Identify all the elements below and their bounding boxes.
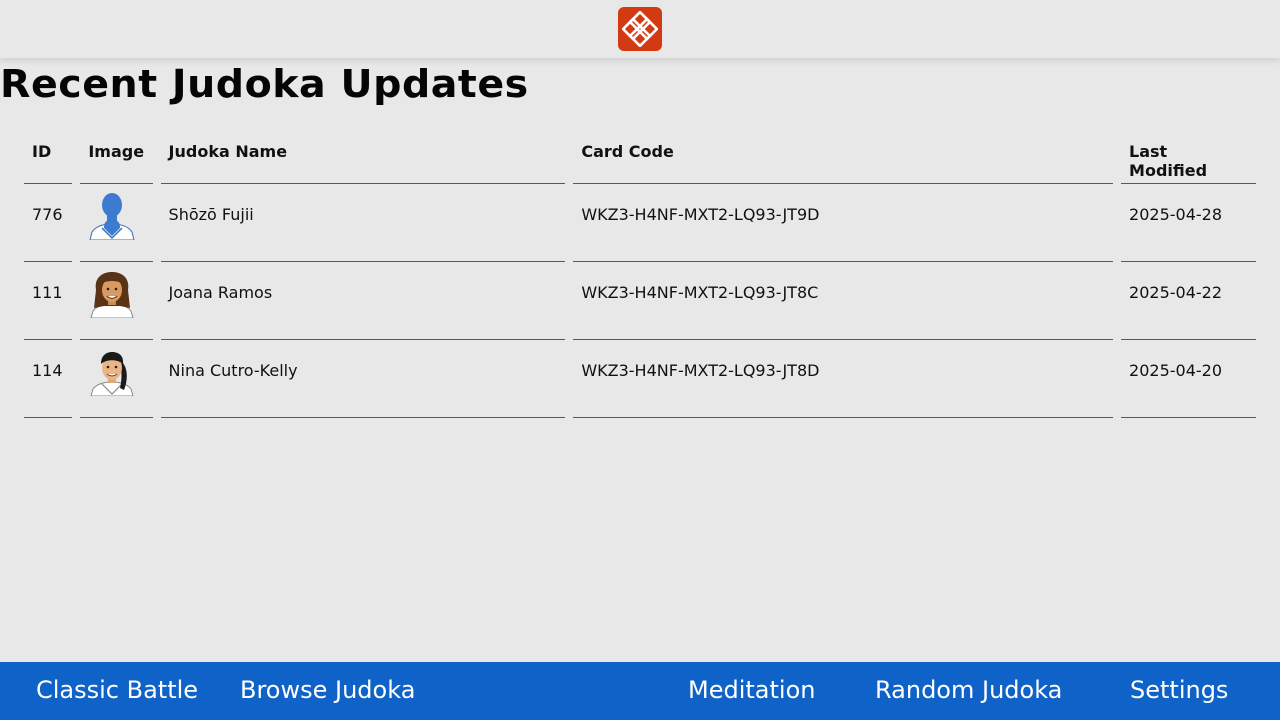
bottom-nav-bar: Classic Battle Browse Judoka Meditation …: [0, 662, 1280, 720]
nav-classic-battle[interactable]: Classic Battle: [36, 676, 198, 704]
cell-name: Nina Cutro-Kelly: [160, 340, 566, 418]
judoka-portrait-icon: [90, 352, 134, 396]
silhouette-avatar-icon: [89, 193, 135, 240]
judoka-updates-table: ID Image Judoka Name Card Code Last Modi…: [16, 136, 1264, 418]
knot-emblem-icon: [622, 11, 658, 47]
column-header-card-code[interactable]: Card Code: [573, 136, 1114, 184]
column-header-id[interactable]: ID: [24, 136, 73, 184]
table-row[interactable]: 776 Shōzō Fujii WKZ3-H4NF-MXT2-LQ93-JT9D…: [24, 184, 1256, 262]
nav-meditation[interactable]: Meditation: [688, 676, 815, 704]
cell-card-code: WKZ3-H4NF-MXT2-LQ93-JT9D: [573, 184, 1114, 262]
nav-browse-judoka[interactable]: Browse Judoka: [240, 676, 415, 704]
judoka-portrait-icon: [90, 272, 134, 318]
nav-random-judoka[interactable]: Random Judoka: [875, 676, 1062, 704]
cell-image: [80, 340, 153, 418]
column-header-image[interactable]: Image: [80, 136, 153, 184]
cell-name: Joana Ramos: [160, 262, 566, 340]
cell-id: 776: [24, 184, 73, 262]
column-header-name[interactable]: Judoka Name: [160, 136, 566, 184]
cell-last-modified: 2025-04-28: [1121, 184, 1256, 262]
cell-card-code: WKZ3-H4NF-MXT2-LQ93-JT8D: [573, 340, 1114, 418]
cell-id: 114: [24, 340, 73, 418]
cell-id: 111: [24, 262, 73, 340]
home-logo-button[interactable]: [618, 7, 662, 51]
page-title: Recent Judoka Updates: [0, 62, 529, 106]
table-row[interactable]: 111 Joana Ramos WKZ3-H4NF-MXT2-LQ93-JT8C…: [24, 262, 1256, 340]
cell-last-modified: 2025-04-20: [1121, 340, 1256, 418]
top-bar: [0, 0, 1280, 58]
cell-image: [80, 262, 153, 340]
cell-name: Shōzō Fujii: [160, 184, 566, 262]
column-header-last-modified[interactable]: Last Modified: [1121, 136, 1256, 184]
nav-settings[interactable]: Settings: [1130, 676, 1228, 704]
cell-image: [80, 184, 153, 262]
table-header-row: ID Image Judoka Name Card Code Last Modi…: [24, 136, 1256, 184]
cell-card-code: WKZ3-H4NF-MXT2-LQ93-JT8C: [573, 262, 1114, 340]
table-row[interactable]: 114 Nina Cutro-Kelly WKZ3-H4NF-MXT2-LQ93…: [24, 340, 1256, 418]
cell-last-modified: 2025-04-22: [1121, 262, 1256, 340]
